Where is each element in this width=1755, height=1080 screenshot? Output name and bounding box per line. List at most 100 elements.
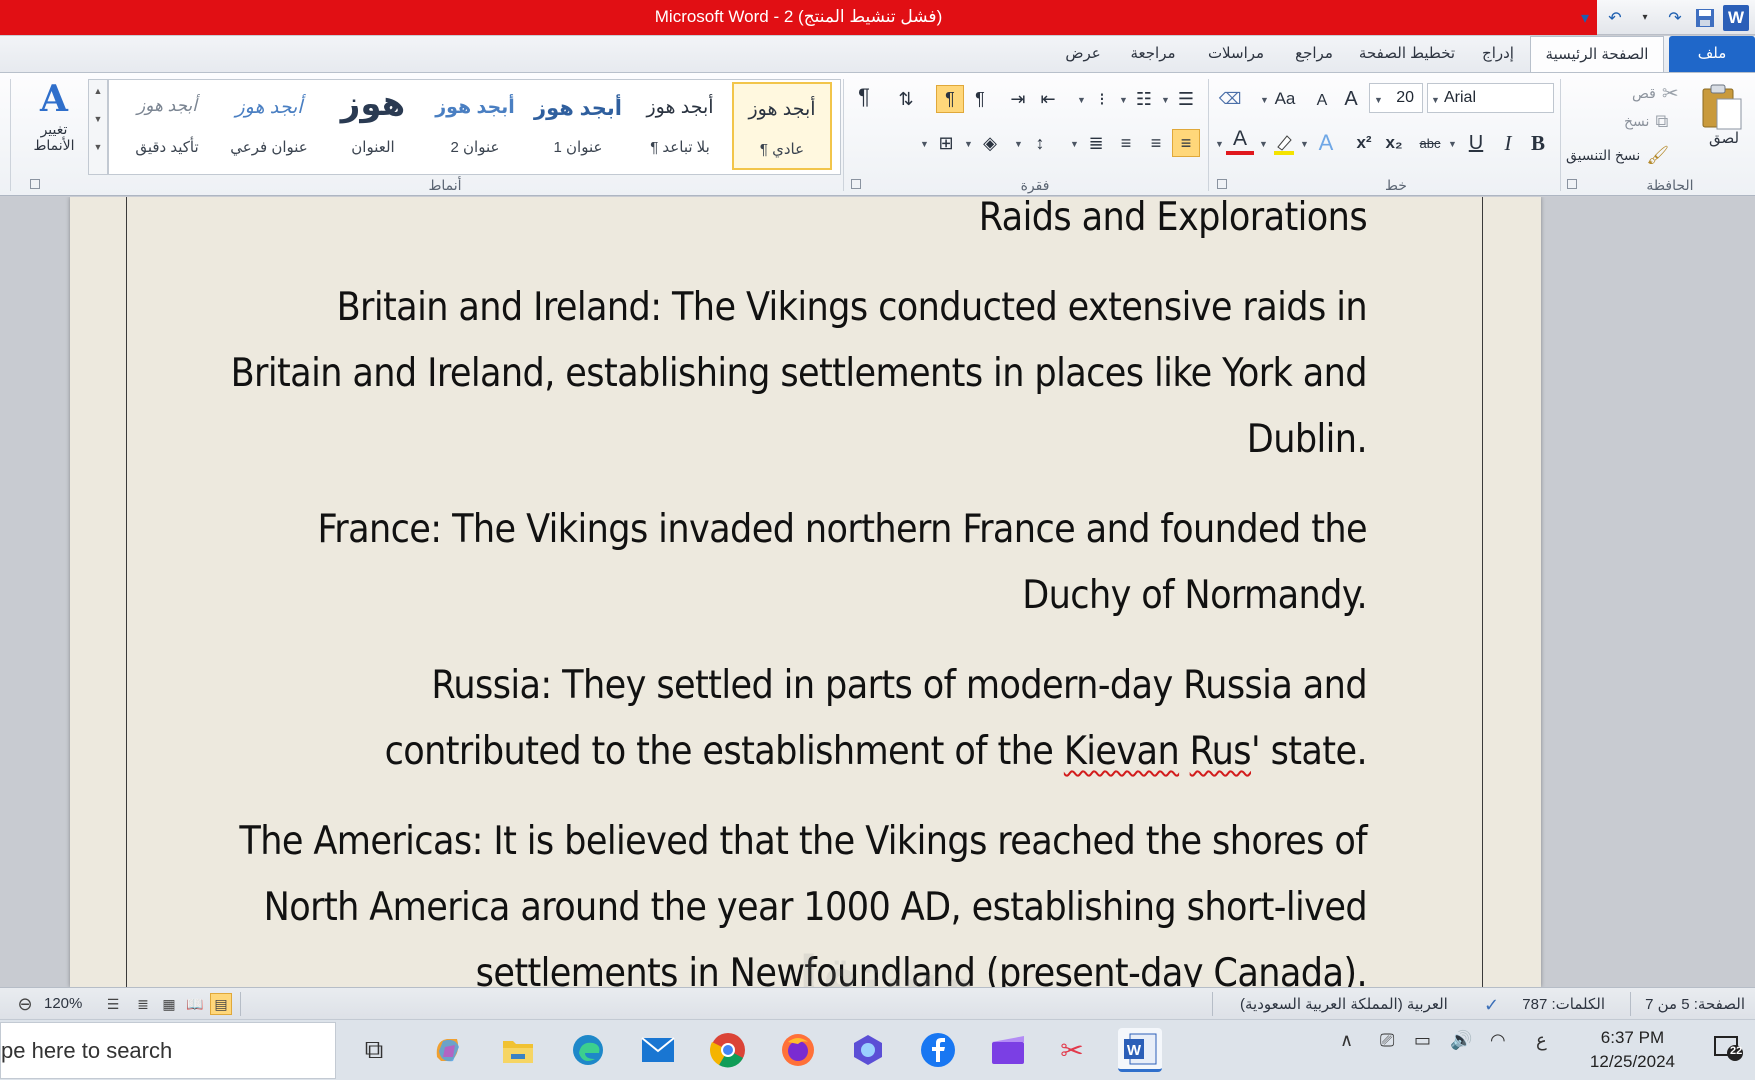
bullets-dropdown-icon[interactable]: ▼ — [1077, 95, 1086, 105]
numbering-icon[interactable]: ☷ — [1130, 85, 1158, 113]
gallery-more-icon[interactable]: ▼ — [89, 142, 107, 152]
scroll-up-icon[interactable]: ▲ — [89, 86, 107, 96]
input-language-indicator[interactable]: ع — [1536, 1030, 1547, 1051]
style-subtle-emphasis[interactable]: أبجد هوز تأكيد دقيق — [117, 82, 217, 170]
language-indicator[interactable]: العربية (المملكة العربية السعودية) — [1240, 995, 1448, 1013]
print-layout-view-icon[interactable]: ▤ — [210, 993, 232, 1015]
system-clock[interactable]: 6:37 PM 12/25/2024 — [1590, 1026, 1675, 1074]
change-case-icon[interactable]: Aa — [1266, 85, 1304, 113]
full-screen-reading-icon[interactable]: 📖 — [184, 993, 206, 1015]
style-subtitle[interactable]: أبجد هوز عنوان فرعي — [219, 82, 319, 170]
numbering-dropdown-icon[interactable]: ▼ — [1119, 95, 1128, 105]
file-explorer-icon[interactable] — [496, 1028, 540, 1072]
font-name-dropdown-icon[interactable]: ▼ — [1431, 95, 1440, 105]
grow-font-icon[interactable]: A — [1337, 85, 1365, 113]
cut-button[interactable]: قص ✂ — [1632, 81, 1679, 106]
chrome-icon[interactable] — [706, 1028, 750, 1072]
undo-dropdown-icon[interactable]: ▾ — [1633, 6, 1657, 30]
spelling-error-word[interactable]: Kievan — [1064, 729, 1180, 774]
zoom-level[interactable]: 120% — [44, 995, 82, 1012]
shading-icon[interactable]: ◈ — [976, 129, 1004, 157]
tab-home[interactable]: الصفحة الرئيسية — [1530, 36, 1664, 72]
show-marks-icon[interactable]: ¶ — [850, 83, 878, 111]
word-app-icon[interactable]: W — [1723, 4, 1749, 31]
subscript-button[interactable]: x₂ — [1380, 129, 1408, 157]
redo-icon[interactable]: ↷ — [1663, 6, 1687, 30]
styles-launcher-icon[interactable] — [30, 179, 40, 189]
word-taskbar-icon[interactable]: W — [1118, 1028, 1162, 1072]
tab-page-layout[interactable]: تخطيط الصفحة — [1352, 36, 1462, 72]
line-spacing-dropdown-icon[interactable]: ▼ — [1014, 139, 1023, 149]
tab-file[interactable]: ملف — [1669, 36, 1755, 72]
outline-view-icon[interactable]: ≣ — [132, 993, 154, 1015]
taskbar-search-box[interactable]: pe here to search — [0, 1022, 336, 1079]
clipboard-launcher-icon[interactable] — [1567, 179, 1577, 189]
change-case-dropdown-icon[interactable]: ▼ — [1260, 95, 1269, 105]
font-launcher-icon[interactable] — [1217, 179, 1227, 189]
paragraph-launcher-icon[interactable] — [851, 179, 861, 189]
notification-center-button[interactable]: 22 — [1713, 1034, 1745, 1064]
tab-view[interactable]: عرض — [1058, 36, 1108, 72]
font-name-box[interactable]: Arial — [1427, 83, 1554, 113]
align-center-icon[interactable]: ≡ — [1142, 129, 1170, 157]
style-title[interactable]: هوز العنوان — [323, 82, 423, 170]
style-no-spacing[interactable]: أبجد هوز ¶ بلا تباعد — [630, 82, 730, 170]
decrease-indent-icon[interactable]: ⇤ — [1034, 85, 1062, 113]
show-hidden-icons-icon[interactable]: ∧ — [1340, 1030, 1353, 1051]
paste-button[interactable]: لصق — [1700, 129, 1748, 147]
web-layout-icon[interactable]: ▦ — [158, 993, 180, 1015]
shrink-font-icon[interactable]: A — [1308, 87, 1336, 115]
wifi-icon[interactable]: ◠ — [1490, 1030, 1506, 1051]
tab-references[interactable]: مراجع — [1284, 36, 1344, 72]
justify-icon[interactable]: ≣ — [1082, 129, 1110, 157]
text-effects-dropdown-icon[interactable]: ▼ — [1300, 139, 1309, 149]
italic-button[interactable]: I — [1494, 129, 1522, 157]
style-normal[interactable]: أبجد هوز ¶ عادي — [732, 82, 832, 170]
font-color-dropdown-icon[interactable]: ▼ — [1215, 139, 1224, 149]
font-color-icon[interactable]: A — [1226, 127, 1254, 155]
mail-icon[interactable] — [636, 1028, 680, 1072]
increase-indent-icon[interactable]: ⇥ — [1004, 85, 1032, 113]
sort-icon[interactable]: ⇅ — [892, 85, 920, 113]
edge-browser-icon[interactable] — [566, 1028, 610, 1072]
font-size-dropdown-icon[interactable]: ▼ — [1374, 95, 1383, 105]
bullets-icon[interactable]: ⁝ — [1088, 85, 1116, 113]
multilevel-list-icon[interactable]: ☰ — [1172, 85, 1200, 113]
meet-now-icon[interactable]: ⎚ — [1380, 1030, 1394, 1051]
align-right-icon[interactable]: ≡ — [1172, 129, 1200, 157]
customize-qat-icon[interactable]: ▾ — [1573, 6, 1597, 30]
style-heading-1[interactable]: أبجد هوز عنوان 1 — [528, 82, 628, 170]
firefox-icon[interactable] — [776, 1028, 820, 1072]
page-count[interactable]: الصفحة: 5 من 7 — [1645, 995, 1745, 1013]
justify-dropdown-icon[interactable]: ▼ — [1070, 139, 1079, 149]
line-spacing-icon[interactable]: ↕ — [1026, 129, 1054, 157]
multilevel-list-dropdown-icon[interactable]: ▼ — [1161, 95, 1170, 105]
align-left-icon[interactable]: ≡ — [1112, 129, 1140, 157]
task-view-icon[interactable]: ⧉ — [352, 1028, 396, 1072]
ltr-direction-icon[interactable]: ¶ — [936, 85, 964, 113]
style-heading-2[interactable]: أبجد هوز عنوان 2 — [425, 82, 525, 170]
borders-dropdown-icon[interactable]: ▼ — [920, 139, 929, 149]
snipping-tool-icon[interactable]: ✂ — [1050, 1028, 1094, 1072]
superscript-button[interactable]: x² — [1350, 129, 1378, 157]
undo-icon[interactable]: ↶ — [1603, 6, 1627, 30]
underline-button[interactable]: U — [1462, 129, 1490, 157]
scroll-down-icon[interactable]: ▼ — [89, 114, 107, 124]
photos-icon[interactable] — [846, 1028, 890, 1072]
borders-icon[interactable]: ⊞ — [932, 129, 960, 157]
document-body[interactable]: Raids and Explorations Britain and Irela… — [230, 197, 1368, 987]
tab-review[interactable]: مراجعة — [1120, 36, 1186, 72]
bold-button[interactable]: B — [1524, 129, 1552, 157]
spelling-error-word[interactable]: Rus — [1190, 729, 1252, 774]
volume-icon[interactable]: 🔊 — [1450, 1030, 1472, 1051]
save-icon[interactable] — [1693, 6, 1717, 30]
copy-button[interactable]: نسخ ⧉ — [1624, 111, 1668, 132]
styles-gallery-scroll[interactable]: ▲ ▼ ▼ — [88, 79, 108, 175]
copilot-icon[interactable] — [426, 1028, 470, 1072]
paste-icon[interactable] — [1701, 83, 1743, 131]
proofing-icon[interactable]: ✓ — [1484, 995, 1499, 1016]
facebook-icon[interactable] — [916, 1028, 960, 1072]
text-effects-icon[interactable]: A — [1312, 129, 1340, 157]
draft-view-icon[interactable]: ☰ — [102, 993, 124, 1015]
strikethrough-button[interactable]: abc — [1414, 129, 1446, 157]
